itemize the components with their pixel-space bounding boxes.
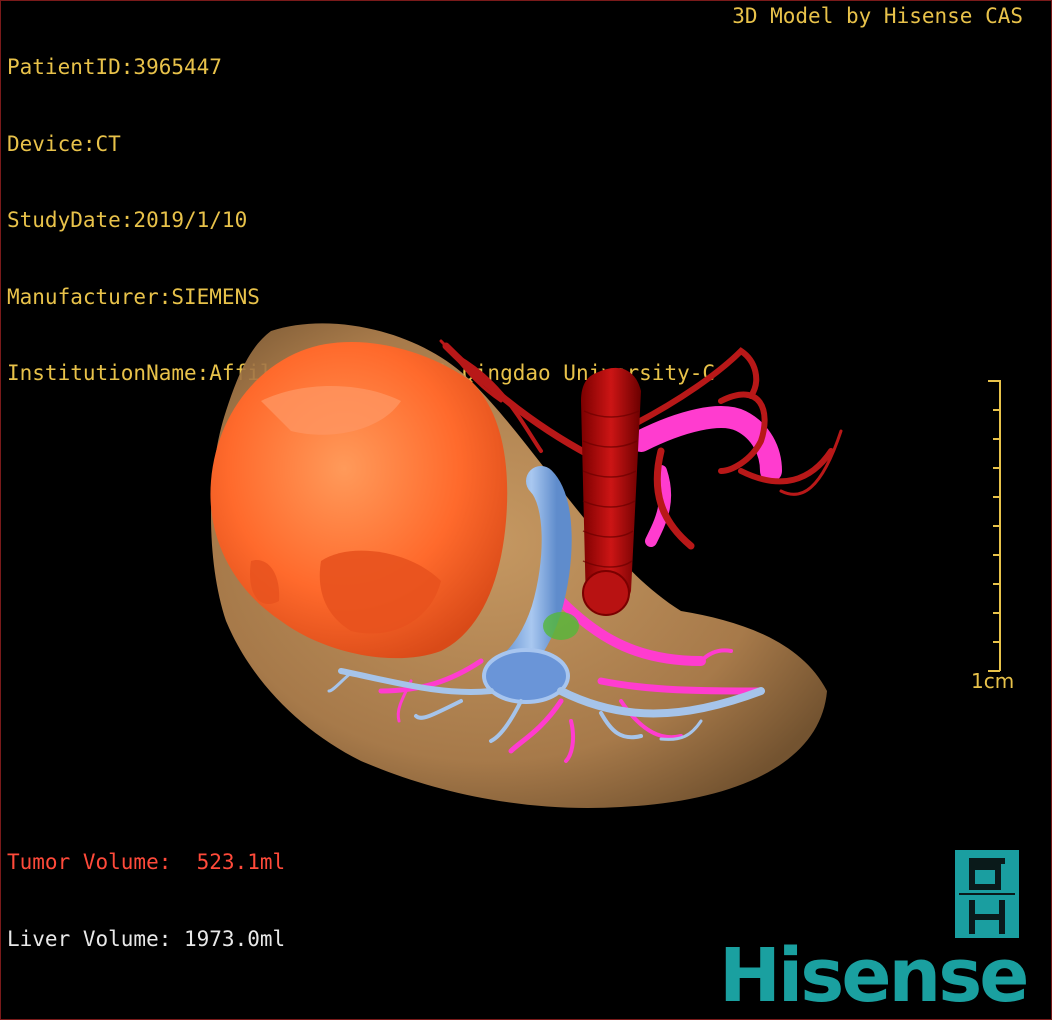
scale-label: 1cm <box>971 669 1015 693</box>
gallbladder[interactable] <box>543 612 579 640</box>
scale-bar <box>988 380 1001 672</box>
tumor-volume-text: Tumor Volume: 523.1ml <box>7 850 286 874</box>
vena-cava-end <box>582 570 630 616</box>
3d-viewport[interactable]: PatientID:3965447 Device:CT StudyDate:20… <box>0 0 1052 1020</box>
hisense-wordmark: Hisense <box>719 933 1029 1019</box>
hisense-emblem-icon <box>955 850 1019 938</box>
volume-readout: Tumor Volume: 523.1ml Liver Volume: 1973… <box>7 799 285 1003</box>
liver-volume-text: Liver Volume: 1973.0ml <box>7 926 286 951</box>
